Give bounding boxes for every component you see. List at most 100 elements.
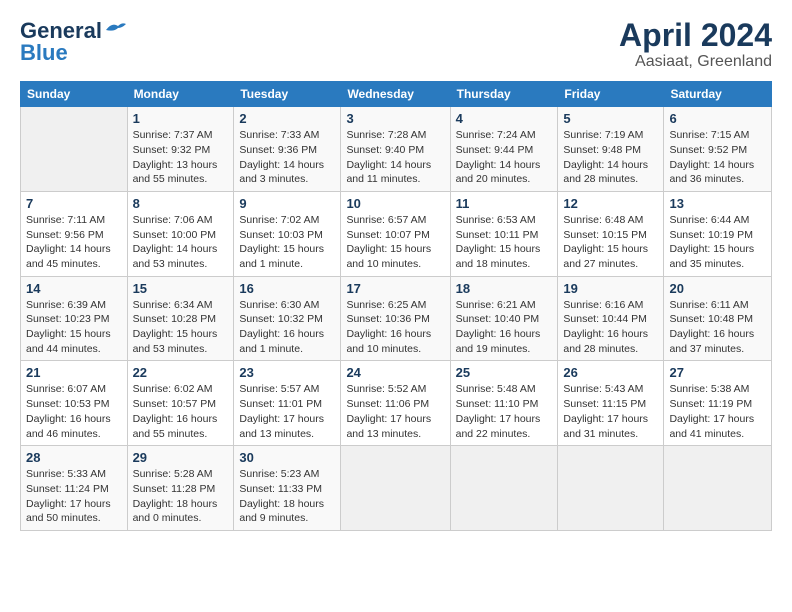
- day-number: 23: [239, 365, 335, 380]
- day-info: Sunrise: 5:38 AM Sunset: 11:19 PM Daylig…: [669, 382, 766, 441]
- day-number: 12: [563, 196, 658, 211]
- calendar-cell: 24 Sunrise: 5:52 AM Sunset: 11:06 PM Dayl…: [341, 361, 450, 446]
- day-info: Sunrise: 6:53 AM Sunset: 10:11 PM Daylig…: [456, 213, 553, 272]
- calendar-cell: 13 Sunrise: 6:44 AM Sunset: 10:19 PM Dayl…: [664, 191, 772, 276]
- calendar-cell: 5 Sunrise: 7:19 AM Sunset: 9:48 PM Daylig…: [558, 107, 664, 192]
- calendar-table: Sunday Monday Tuesday Wednesday Thursday…: [20, 81, 772, 531]
- day-info: Sunrise: 6:21 AM Sunset: 10:40 PM Daylig…: [456, 298, 553, 357]
- calendar-week-row: 7 Sunrise: 7:11 AM Sunset: 9:56 PM Daylig…: [21, 191, 772, 276]
- calendar-cell: 22 Sunrise: 6:02 AM Sunset: 10:57 PM Dayl…: [127, 361, 234, 446]
- day-number: 10: [346, 196, 444, 211]
- day-number: 2: [239, 111, 335, 126]
- day-number: 5: [563, 111, 658, 126]
- day-info: Sunrise: 7:15 AM Sunset: 9:52 PM Dayligh…: [669, 128, 766, 187]
- calendar-cell: 18 Sunrise: 6:21 AM Sunset: 10:40 PM Dayl…: [450, 276, 558, 361]
- calendar-week-row: 14Sunrise: 6:39 AM Sunset: 10:23 PM Dayl…: [21, 276, 772, 361]
- calendar-title: April 2024: [619, 18, 772, 53]
- calendar-cell: 3Sunrise: 7:28 AM Sunset: 9:40 PM Daylig…: [341, 107, 450, 192]
- day-info: Sunrise: 6:34 AM Sunset: 10:28 PM Daylig…: [133, 298, 229, 357]
- calendar-cell: 19 Sunrise: 6:16 AM Sunset: 10:44 PM Dayl…: [558, 276, 664, 361]
- day-info: Sunrise: 7:19 AM Sunset: 9:48 PM Dayligh…: [563, 128, 658, 187]
- header: General Blue April 2024 Aasiaat, Greenla…: [20, 18, 772, 71]
- day-info: Sunrise: 7:37 AM Sunset: 9:32 PM Dayligh…: [133, 128, 229, 187]
- col-friday: Friday: [558, 82, 664, 107]
- calendar-cell: [341, 446, 450, 531]
- day-info: Sunrise: 7:24 AM Sunset: 9:44 PM Dayligh…: [456, 128, 553, 187]
- calendar-cell: 10 Sunrise: 6:57 AM Sunset: 10:07 PM Dayl…: [341, 191, 450, 276]
- calendar-cell: 17 Sunrise: 6:25 AM Sunset: 10:36 PM Dayl…: [341, 276, 450, 361]
- calendar-cell: 11 Sunrise: 6:53 AM Sunset: 10:11 PM Dayl…: [450, 191, 558, 276]
- day-number: 22: [133, 365, 229, 380]
- day-info: Sunrise: 6:30 AM Sunset: 10:32 PM Daylig…: [239, 298, 335, 357]
- day-info: Sunrise: 5:28 AM Sunset: 11:28 PM Daylig…: [133, 467, 229, 526]
- day-info: Sunrise: 6:57 AM Sunset: 10:07 PM Daylig…: [346, 213, 444, 272]
- day-info: Sunrise: 6:25 AM Sunset: 10:36 PM Daylig…: [346, 298, 444, 357]
- calendar-cell: 27 Sunrise: 5:38 AM Sunset: 11:19 PM Dayl…: [664, 361, 772, 446]
- calendar-cell: 28 Sunrise: 5:33 AM Sunset: 11:24 PM Dayl…: [21, 446, 128, 531]
- day-info: Sunrise: 6:07 AM Sunset: 10:53 PM Daylig…: [26, 382, 122, 441]
- day-info: Sunrise: 6:11 AM Sunset: 10:48 PM Daylig…: [669, 298, 766, 357]
- day-number: 30: [239, 450, 335, 465]
- day-info: Sunrise: 5:23 AM Sunset: 11:33 PM Daylig…: [239, 467, 335, 526]
- day-info: Sunrise: 5:48 AM Sunset: 11:10 PM Daylig…: [456, 382, 553, 441]
- calendar-cell: 29 Sunrise: 5:28 AM Sunset: 11:28 PM Dayl…: [127, 446, 234, 531]
- calendar-cell: 6Sunrise: 7:15 AM Sunset: 9:52 PM Daylig…: [664, 107, 772, 192]
- col-monday: Monday: [127, 82, 234, 107]
- page: General Blue April 2024 Aasiaat, Greenla…: [0, 0, 792, 612]
- day-number: 9: [239, 196, 335, 211]
- day-number: 11: [456, 196, 553, 211]
- day-info: Sunrise: 5:33 AM Sunset: 11:24 PM Daylig…: [26, 467, 122, 526]
- day-number: 29: [133, 450, 229, 465]
- calendar-cell: 30 Sunrise: 5:23 AM Sunset: 11:33 PM Dayl…: [234, 446, 341, 531]
- calendar-week-row: 21 Sunrise: 6:07 AM Sunset: 10:53 PM Dayl…: [21, 361, 772, 446]
- day-number: 24: [346, 365, 444, 380]
- day-number: 25: [456, 365, 553, 380]
- day-info: Sunrise: 7:06 AM Sunset: 10:00 PM Daylig…: [133, 213, 229, 272]
- day-number: 14: [26, 281, 122, 296]
- day-info: Sunrise: 7:11 AM Sunset: 9:56 PM Dayligh…: [26, 213, 122, 272]
- calendar-cell: 23Sunrise: 5:57 AM Sunset: 11:01 PM Dayl…: [234, 361, 341, 446]
- calendar-cell: 8 Sunrise: 7:06 AM Sunset: 10:00 PM Dayli…: [127, 191, 234, 276]
- calendar-cell: 25 Sunrise: 5:48 AM Sunset: 11:10 PM Dayl…: [450, 361, 558, 446]
- day-number: 27: [669, 365, 766, 380]
- day-number: 28: [26, 450, 122, 465]
- col-tuesday: Tuesday: [234, 82, 341, 107]
- day-info: Sunrise: 6:48 AM Sunset: 10:15 PM Daylig…: [563, 213, 658, 272]
- day-number: 4: [456, 111, 553, 126]
- day-number: 3: [346, 111, 444, 126]
- day-info: Sunrise: 7:02 AM Sunset: 10:03 PM Daylig…: [239, 213, 335, 272]
- day-number: 7: [26, 196, 122, 211]
- calendar-cell: 9 Sunrise: 7:02 AM Sunset: 10:03 PM Dayli…: [234, 191, 341, 276]
- day-info: Sunrise: 7:33 AM Sunset: 9:36 PM Dayligh…: [239, 128, 335, 187]
- calendar-cell: 15 Sunrise: 6:34 AM Sunset: 10:28 PM Dayl…: [127, 276, 234, 361]
- calendar-cell: 7 Sunrise: 7:11 AM Sunset: 9:56 PM Daylig…: [21, 191, 128, 276]
- calendar-cell: [450, 446, 558, 531]
- day-info: Sunrise: 6:44 AM Sunset: 10:19 PM Daylig…: [669, 213, 766, 272]
- day-number: 1: [133, 111, 229, 126]
- day-info: Sunrise: 5:43 AM Sunset: 11:15 PM Daylig…: [563, 382, 658, 441]
- col-sunday: Sunday: [21, 82, 128, 107]
- day-number: 18: [456, 281, 553, 296]
- calendar-header-row: Sunday Monday Tuesday Wednesday Thursday…: [21, 82, 772, 107]
- day-info: Sunrise: 6:16 AM Sunset: 10:44 PM Daylig…: [563, 298, 658, 357]
- calendar-week-row: 1 Sunrise: 7:37 AM Sunset: 9:32 PM Daylig…: [21, 107, 772, 192]
- title-area: April 2024 Aasiaat, Greenland: [619, 18, 772, 71]
- day-info: Sunrise: 6:02 AM Sunset: 10:57 PM Daylig…: [133, 382, 229, 441]
- day-number: 15: [133, 281, 229, 296]
- calendar-cell: 4 Sunrise: 7:24 AM Sunset: 9:44 PM Daylig…: [450, 107, 558, 192]
- day-number: 8: [133, 196, 229, 211]
- calendar-cell: [558, 446, 664, 531]
- day-number: 26: [563, 365, 658, 380]
- logo-blue: Blue: [20, 40, 68, 66]
- day-number: 17: [346, 281, 444, 296]
- day-number: 20: [669, 281, 766, 296]
- calendar-cell: 2 Sunrise: 7:33 AM Sunset: 9:36 PM Daylig…: [234, 107, 341, 192]
- day-number: 13: [669, 196, 766, 211]
- day-number: 21: [26, 365, 122, 380]
- calendar-cell: 20 Sunrise: 6:11 AM Sunset: 10:48 PM Dayl…: [664, 276, 772, 361]
- calendar-subtitle: Aasiaat, Greenland: [619, 53, 772, 71]
- day-number: 19: [563, 281, 658, 296]
- calendar-cell: [664, 446, 772, 531]
- calendar-cell: 26 Sunrise: 5:43 AM Sunset: 11:15 PM Dayl…: [558, 361, 664, 446]
- day-info: Sunrise: 5:52 AM Sunset: 11:06 PM Daylig…: [346, 382, 444, 441]
